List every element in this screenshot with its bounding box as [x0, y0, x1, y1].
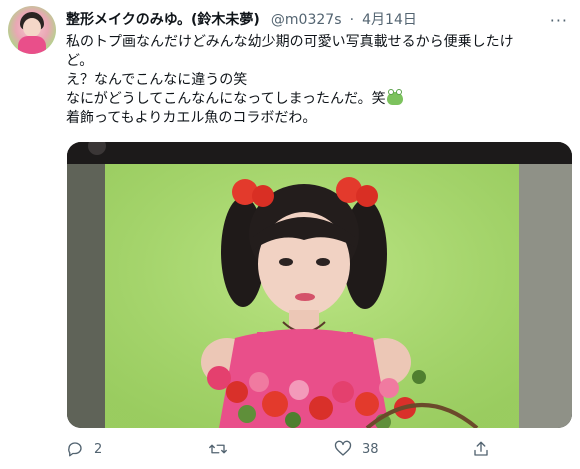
tweet-text-line-with-emoji: なにがどうしてこんなんになってしまったんだ。笑: [66, 89, 566, 109]
avatar[interactable]: [8, 6, 56, 54]
heart-icon: [334, 440, 352, 456]
tweet[interactable]: 整形メイクのみゆ。(鈴木未夢) @m0327s · 4月14日 ··· 私のトプ…: [0, 0, 580, 469]
author-handle[interactable]: @m0327s: [271, 12, 342, 28]
tweet-text-line: 私のトプ画なんだけどみんな幼少期の可愛い写真載せるから便乗したけ: [66, 34, 514, 50]
tweet-text-line: なにがどうしてこんなんになってしまったんだ。笑: [66, 91, 386, 107]
tweet-actions: 2 38: [66, 440, 506, 462]
reply-button[interactable]: 2: [66, 440, 102, 458]
retweet-button[interactable]: [208, 440, 238, 458]
tweet-header: 整形メイクのみゆ。(鈴木未夢) @m0327s · 4月14日 ···: [66, 9, 570, 30]
author-display-name[interactable]: 整形メイクのみゆ。(鈴木未夢): [66, 12, 260, 28]
share-button[interactable]: [472, 440, 490, 458]
separator-dot: ·: [349, 12, 355, 28]
tweet-text-line: え？なんでこんなに違うの笑: [66, 72, 248, 88]
tweet-photo[interactable]: [67, 142, 572, 428]
like-count: 38: [362, 441, 379, 457]
tweet-text-line: 着飾ってもよりカエル魚のコラボだわ。: [66, 110, 317, 126]
share-icon: [474, 441, 488, 456]
tweet-date[interactable]: 4月14日: [362, 12, 417, 28]
child-portrait-image: [67, 142, 572, 428]
tweet-text: 私のトプ画なんだけどみんな幼少期の可愛い写真載せるから便乗したけ ど。 え？なん…: [66, 33, 566, 128]
avatar-dress: [18, 36, 46, 54]
retweet-icon: [209, 444, 227, 454]
more-horizontal-icon[interactable]: ···: [550, 11, 568, 30]
reply-icon: [68, 442, 82, 457]
avatar-face: [23, 18, 41, 37]
reply-count: 2: [94, 441, 103, 457]
frog-emoji-icon: [386, 89, 403, 105]
like-button[interactable]: 38: [334, 440, 379, 458]
tweet-text-line: ど。: [66, 53, 94, 69]
